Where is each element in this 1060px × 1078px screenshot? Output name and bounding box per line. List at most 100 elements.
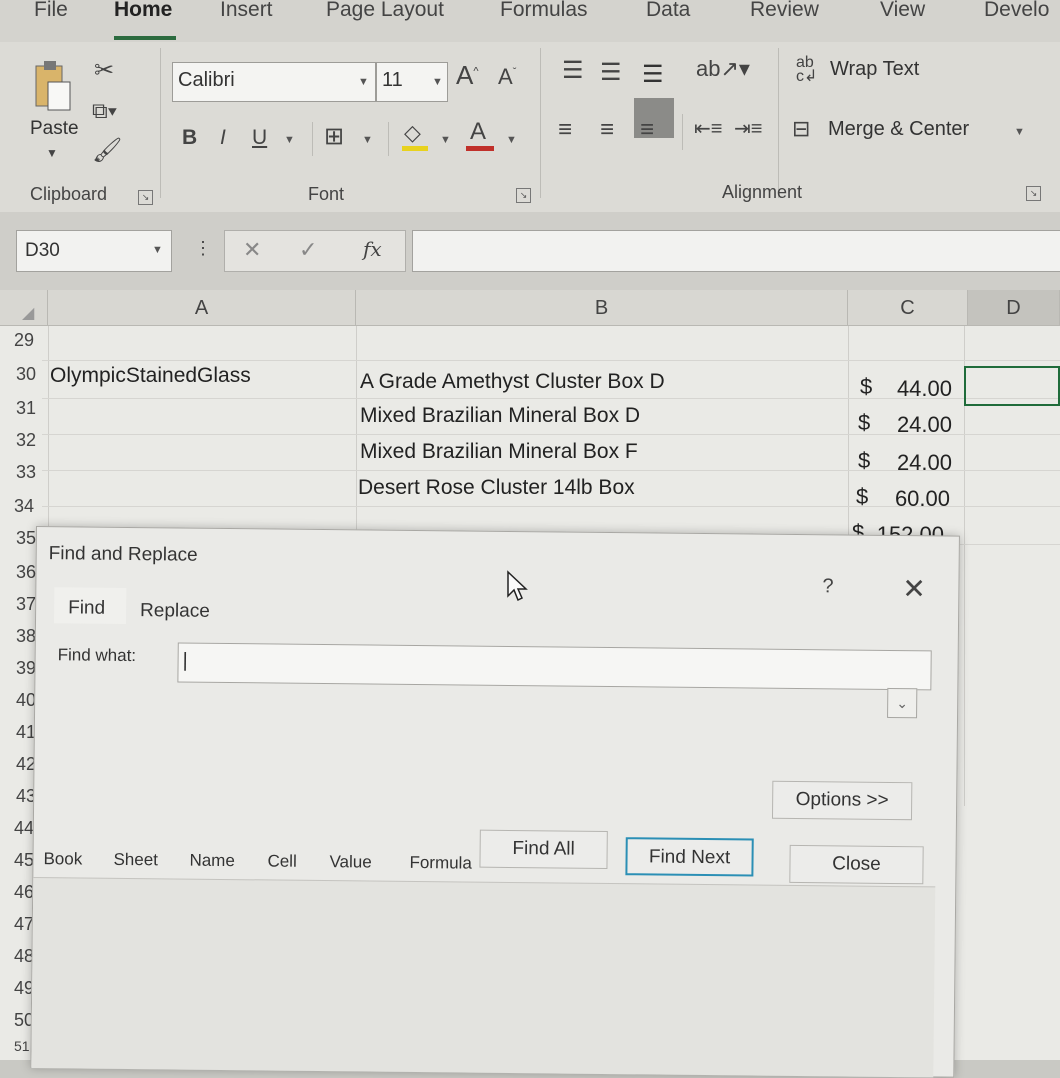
name-box[interactable]: D30 [16,230,172,272]
formula-input[interactable] [412,230,1060,272]
grow-font-icon[interactable]: A^ [456,60,479,91]
bold-button[interactable]: B [182,126,197,150]
align-center-icon[interactable]: ≡ [600,116,614,144]
align-left-icon[interactable]: ≡ [558,116,572,144]
select-all-corner[interactable]: ◢ [0,290,48,326]
font-name-dropdown-icon[interactable]: ▼ [358,76,369,88]
mouse-pointer-icon [506,570,530,609]
paste-label[interactable]: Paste [30,118,79,140]
tab-formulas[interactable]: Formulas [500,0,588,22]
results-column-name[interactable]: Name [189,851,235,871]
paste-dropdown-icon[interactable]: ▼ [46,146,58,160]
cancel-icon[interactable]: ✕ [243,237,261,263]
merge-center-dropdown-icon[interactable]: ▼ [1014,126,1025,138]
column-header-d[interactable]: D [968,290,1060,326]
row-header[interactable]: 29 [14,330,56,351]
middle-align-icon[interactable]: ☰ [600,58,622,87]
group-divider [388,122,389,156]
clipboard-launcher-icon[interactable]: ↘ [138,190,153,205]
cell-c33[interactable]: 60.00 [876,486,950,512]
font-size-dropdown-icon[interactable]: ▼ [432,76,443,88]
find-what-label: Find what: [57,645,137,666]
merge-center-button[interactable]: Merge & Center [828,118,969,141]
close-icon[interactable]: ✕ [902,572,926,605]
borders-dropdown-icon[interactable]: ▼ [362,134,373,146]
italic-button[interactable]: I [220,126,226,150]
results-list[interactable] [31,876,936,1078]
font-name-select[interactable]: Calibri [172,62,376,102]
find-replace-dialog: Find and Replace ? ✕ Find Replace Find w… [30,526,960,1078]
find-all-button[interactable]: Find All [479,829,608,870]
cell-b31[interactable]: Mixed Brazilian Mineral Box D [360,404,640,428]
cell-b32[interactable]: Mixed Brazilian Mineral Box F [360,440,638,464]
results-column-formula[interactable]: Formula [409,853,472,874]
tab-view[interactable]: View [880,0,925,22]
find-next-button[interactable]: Find Next [625,837,754,877]
tab-developer[interactable]: Develo [984,0,1049,22]
tab-home[interactable]: Home [114,0,172,22]
results-column-sheet[interactable]: Sheet [113,850,158,870]
alignment-group-label: Alignment [722,182,803,202]
row-header[interactable]: 34 [14,496,56,517]
orientation-icon[interactable]: ab↗▾ [696,56,750,82]
row-header[interactable]: 32 [16,430,58,451]
options-button[interactable]: Options >> [771,780,913,821]
cell-c30[interactable]: 44.00 [878,376,952,402]
formula-bar: D30 ▼ ⋮ ✕ ✓ fx [0,212,1060,290]
formula-controls: ✕ ✓ fx [224,230,406,272]
font-color-button[interactable]: A [470,118,486,146]
find-what-dropdown-icon[interactable]: ⌄ [887,687,918,719]
decrease-indent-icon[interactable]: ⇤≡ [694,116,722,141]
cell-c32[interactable]: 24.00 [878,450,952,476]
shrink-font-icon[interactable]: Aˇ [498,64,516,90]
underline-dropdown-icon[interactable]: ▼ [284,134,295,146]
tab-page-layout[interactable]: Page Layout [326,0,444,22]
fill-color-icon[interactable]: ◇ [404,120,421,146]
cell-b33[interactable]: Desert Rose Cluster 14lb Box [358,476,635,500]
results-column-value[interactable]: Value [329,852,371,872]
help-icon[interactable]: ? [822,575,833,598]
underline-button[interactable]: U [252,126,267,150]
merge-center-icon[interactable]: ⊟ [792,116,810,142]
tab-find[interactable]: Find [53,587,127,624]
cell-c31[interactable]: 24.00 [878,412,952,438]
column-header-b[interactable]: B [356,290,848,326]
alignment-launcher-icon[interactable]: ↘ [1026,186,1041,201]
tab-data[interactable]: Data [646,0,690,22]
wrap-text-icon[interactable]: ab c↲ [796,55,817,85]
format-painter-icon[interactable]: 🖌 [92,136,122,165]
find-what-input[interactable]: | [177,642,932,691]
active-cell-d30[interactable] [964,366,1060,406]
cell-b30[interactable]: A Grade Amethyst Cluster Box D [360,370,665,394]
cut-icon[interactable]: ✂ [94,56,114,85]
insert-function-icon[interactable]: fx [363,237,382,261]
cell-a30[interactable]: OlympicStainedGlass [50,364,251,388]
results-column-cell[interactable]: Cell [267,851,296,871]
fill-color-swatch [402,146,428,151]
grid-line [42,360,1060,361]
row-header[interactable]: 31 [16,398,58,419]
dialog-title: Find and Replace [48,543,198,566]
font-name-value: Calibri [178,69,235,91]
tab-insert[interactable]: Insert [220,0,273,22]
font-launcher-icon[interactable]: ↘ [516,188,531,203]
borders-icon[interactable]: ⊞ [324,122,344,151]
tab-review[interactable]: Review [750,0,819,22]
align-right-icon[interactable]: ≡ [640,116,654,144]
top-align-icon[interactable]: ☰ [562,56,584,85]
column-header-a[interactable]: A [48,290,356,326]
wrap-text-button[interactable]: Wrap Text [830,58,919,81]
tab-file[interactable]: File [34,0,68,22]
enter-icon[interactable]: ✓ [299,237,317,263]
paste-icon[interactable] [30,58,78,114]
name-box-dropdown-icon[interactable]: ▼ [152,244,163,256]
row-header[interactable]: 33 [16,462,58,483]
results-column-book[interactable]: Book [43,849,82,869]
column-header-c[interactable]: C [848,290,968,326]
increase-indent-icon[interactable]: ⇥≡ [734,116,762,141]
copy-icon[interactable]: ⧉▾ [92,98,117,124]
font-color-dropdown-icon[interactable]: ▼ [506,134,517,146]
close-button[interactable]: Close [789,844,924,885]
tab-replace[interactable]: Replace [140,600,210,623]
fill-color-dropdown-icon[interactable]: ▼ [440,134,451,146]
